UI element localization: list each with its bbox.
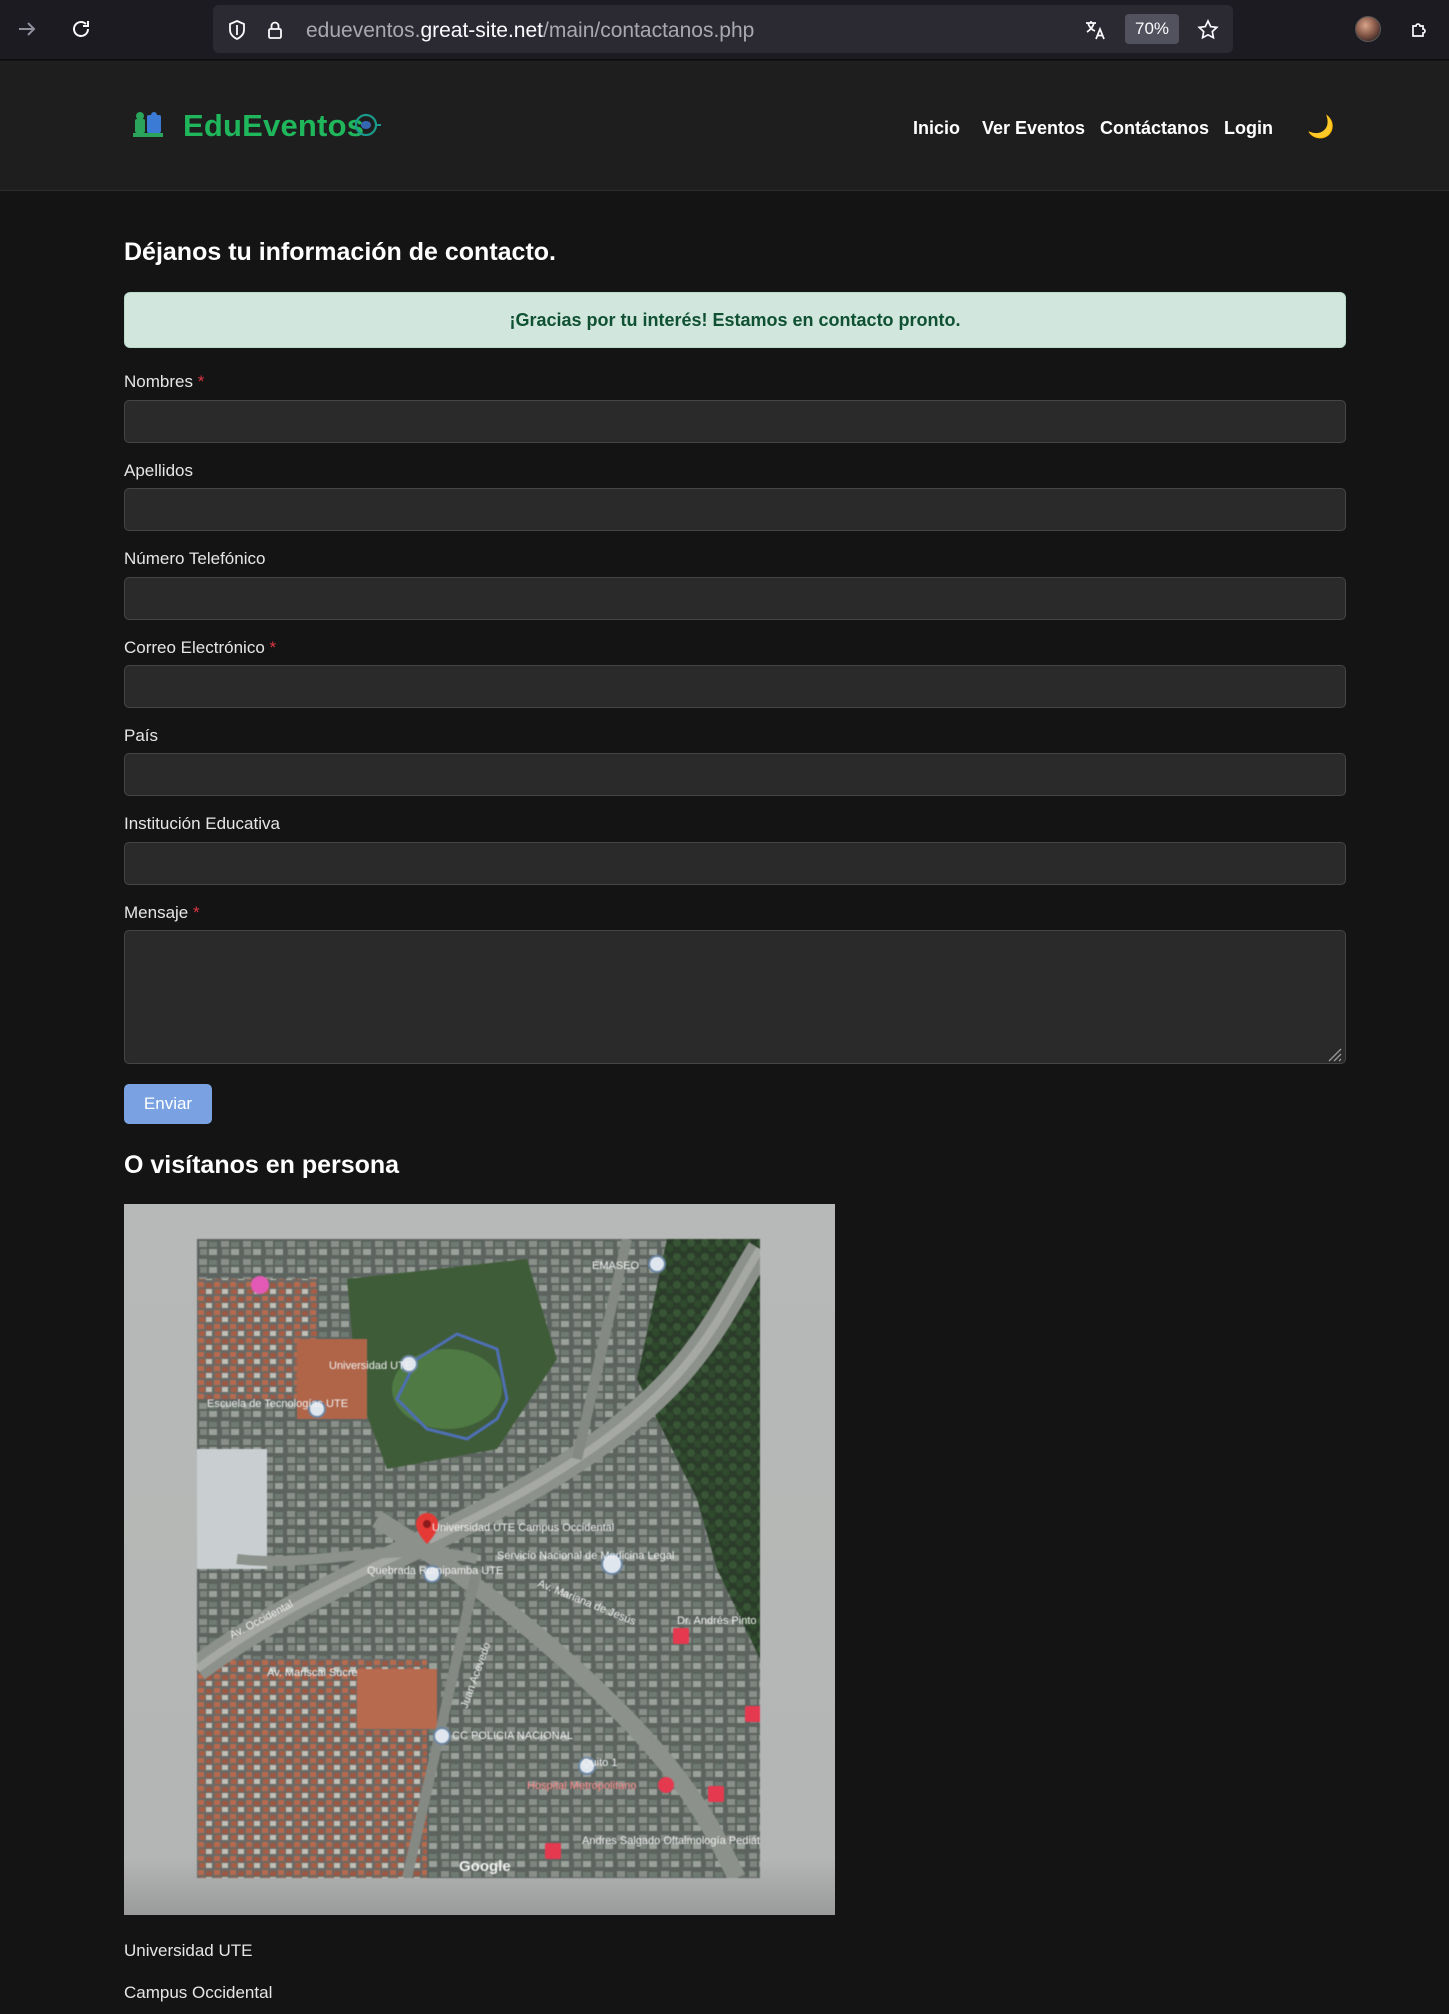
map-label: Universidad UTE [329,1360,412,1372]
required-marker: * [193,903,200,922]
label-institucion: Institución Educativa [124,814,280,833]
required-marker: * [269,638,277,657]
correo-input[interactable] [124,665,1346,708]
nav-inicio[interactable]: Inicio [913,118,960,139]
shield-icon[interactable] [225,18,249,42]
submit-button[interactable]: Enviar [124,1084,212,1124]
label-correo: Correo Electrónico * [124,638,277,657]
map-label: Av. Mariscal Sucre [267,1667,358,1679]
address-line-2: Campus Occidental [124,1983,273,2002]
url-bar[interactable]: edueventos.great-site.net/main/contactan… [213,5,1233,53]
map-label: Quebrada Rumipamba UTE [367,1565,503,1577]
label-mensaje: Mensaje * [124,903,200,922]
pais-input[interactable] [124,753,1346,796]
label-apellidos: Apellidos [124,461,193,480]
mensaje-textarea[interactable] [124,930,1346,1064]
required-marker: * [197,372,205,391]
map-graphic: EMASEO Universidad UTE Escuela de Tecnol… [197,1239,760,1878]
globe-icon [354,113,381,137]
label-nombres: Nombres * [124,372,205,391]
label-telefono: Número Telefónico [124,549,266,568]
browser-toolbar: edueventos.great-site.net/main/contactan… [0,0,1449,60]
reload-icon[interactable] [66,14,96,44]
map-google-logo: Google [459,1858,511,1875]
visit-title: O visítanos en persona [124,1151,400,1179]
nav-ver-eventos[interactable]: Ver Eventos [982,118,1085,139]
map-label: Escuela de Tecnologías UTE [207,1398,348,1410]
institucion-input[interactable] [124,842,1346,885]
logo-text[interactable]: EduEventos [183,108,364,144]
translate-icon[interactable] [1083,18,1107,42]
lock-icon[interactable] [263,18,287,42]
success-alert: ¡Gracias por tu interés! Estamos en cont… [124,292,1346,348]
bookmark-star-icon[interactable] [1196,18,1220,42]
zoom-badge[interactable]: 70% [1125,14,1179,44]
map-label: Hospital Metropolitano [527,1780,636,1792]
url-text[interactable]: edueventos.great-site.net/main/contactan… [306,19,754,43]
map-label: CC POLICIA NACIONAL [452,1730,573,1742]
map-embed[interactable]: EMASEO Universidad UTE Escuela de Tecnol… [124,1204,835,1915]
map-label: Universidad UTE Campus Occidental [432,1522,614,1534]
forward-icon[interactable] [12,14,42,44]
profile-avatar[interactable] [1355,16,1381,42]
nombres-input[interactable] [124,400,1346,443]
map-label: Quito 1 [582,1757,617,1769]
site-header: EduEventos Inicio Ver Eventos Contáctano… [0,61,1449,191]
map-label: Servicio Nacional de Medicina Legal [497,1550,674,1562]
nav-contactanos[interactable]: Contáctanos [1100,118,1209,139]
label-pais: País [124,726,159,745]
logo-people-icon[interactable] [133,111,163,139]
map-label: EMASEO [592,1260,640,1272]
telefono-input[interactable] [124,577,1346,620]
resize-grip-icon[interactable] [1324,1044,1342,1062]
map-label: Dr. Andrés Pinto [677,1615,757,1627]
nav-login[interactable]: Login [1224,118,1273,139]
satellite-map-image[interactable]: EMASEO Universidad UTE Escuela de Tecnol… [197,1239,760,1878]
map-label: Andres Salgado Oftalmología Pediátrica [582,1835,760,1847]
dark-mode-moon-icon[interactable]: 🌙 [1307,114,1334,140]
apellidos-input[interactable] [124,488,1346,531]
page-title: Déjanos tu información de contacto. [124,238,556,266]
extensions-icon[interactable] [1405,14,1435,44]
address-line-1: Universidad UTE [124,1941,253,1960]
